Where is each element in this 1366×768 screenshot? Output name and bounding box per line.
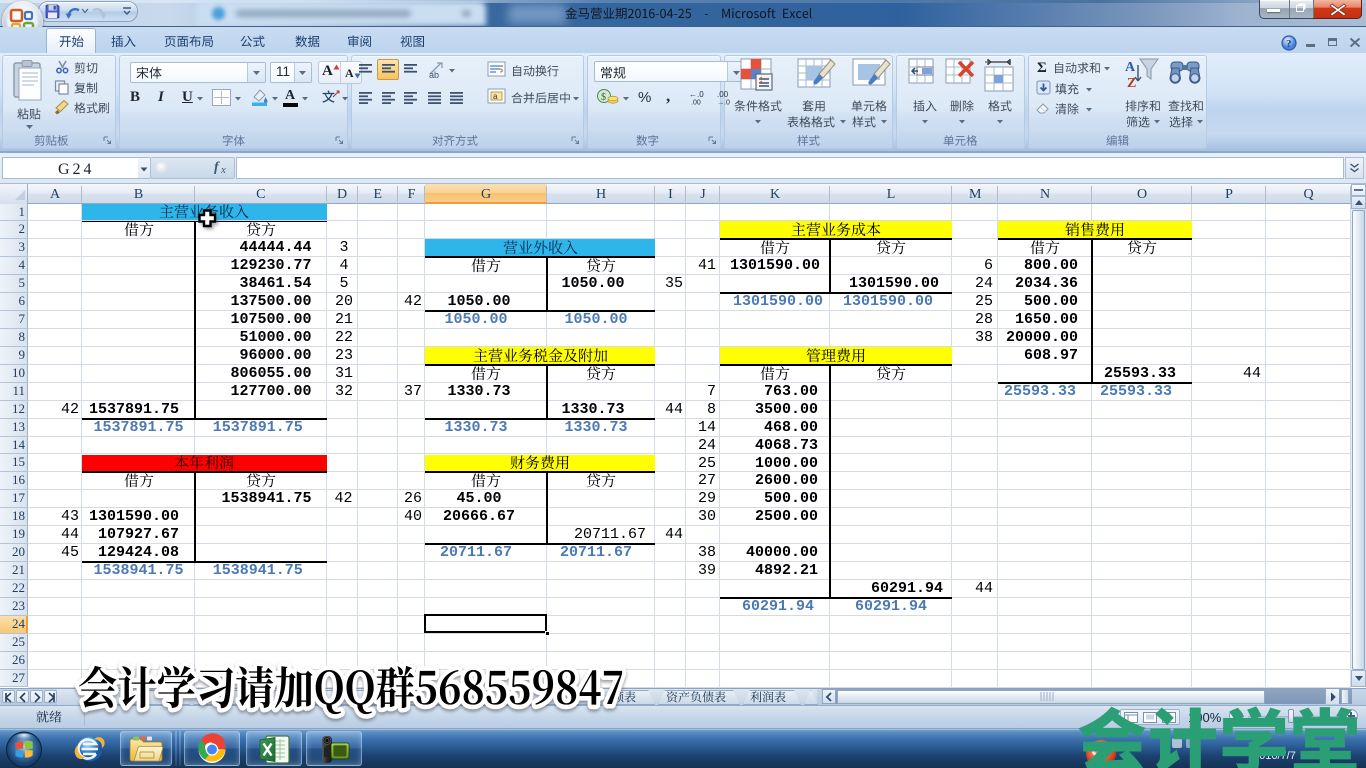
svg-text:Z: Z (1127, 76, 1136, 91)
svg-text:?: ? (1286, 38, 1292, 50)
svg-text:.00: .00 (717, 90, 729, 99)
svg-text:.00: .00 (691, 100, 701, 107)
svg-text:$: $ (601, 92, 606, 103)
svg-text:a: a (493, 92, 498, 101)
svg-text:←.0: ←.0 (689, 90, 704, 99)
svg-text:→.0: →.0 (717, 100, 730, 107)
svg-text:ab: ab (429, 70, 439, 80)
svg-text:A: A (1125, 60, 1136, 75)
